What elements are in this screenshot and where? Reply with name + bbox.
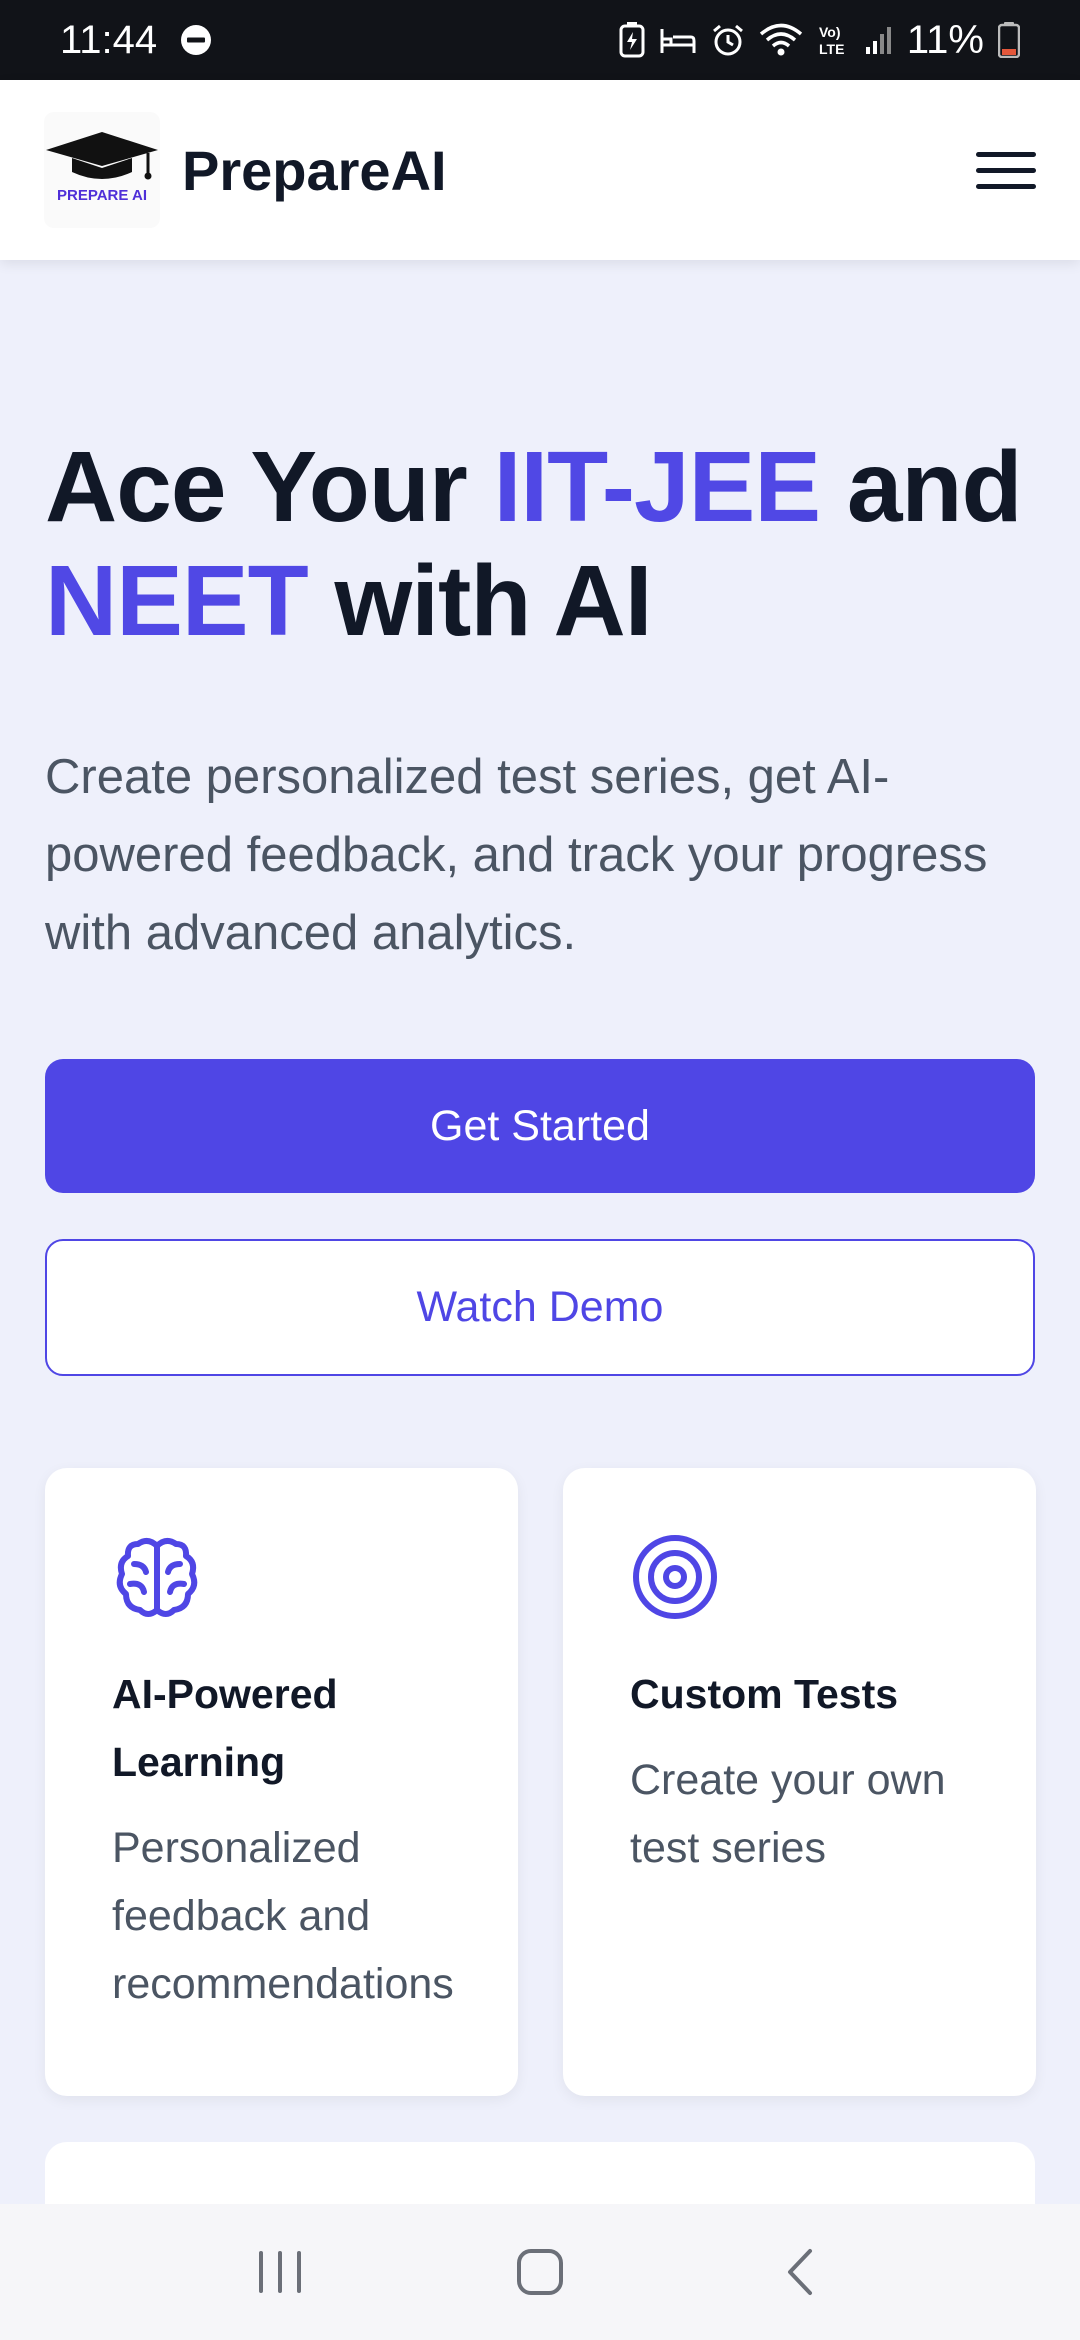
sleep-mode-icon xyxy=(659,25,697,55)
get-started-button[interactable]: Get Started xyxy=(45,1059,1035,1193)
recent-apps-icon[interactable] xyxy=(240,2232,320,2312)
battery-percentage: 11% xyxy=(906,17,984,62)
back-icon[interactable] xyxy=(760,2232,840,2312)
system-navigation-bar xyxy=(0,2204,1080,2340)
hero-title-part: with AI xyxy=(307,545,652,657)
status-time: 11:44 xyxy=(60,17,158,62)
brand-logo[interactable]: PREPARE AI xyxy=(44,112,160,228)
graduation-cap-icon xyxy=(46,132,158,180)
battery-saver-icon xyxy=(619,22,645,58)
brain-icon xyxy=(116,1538,198,1617)
feature-description: Create your own test series xyxy=(630,1756,946,1872)
do-not-disturb-icon xyxy=(179,23,213,57)
hamburger-menu-icon[interactable] xyxy=(976,140,1036,200)
battery-icon xyxy=(998,22,1020,58)
feature-card-custom-tests: Custom Tests Create your own test series xyxy=(563,1468,1036,2096)
home-icon[interactable] xyxy=(500,2232,580,2312)
hero-title-exam-iit-jee: IIT-JEE xyxy=(493,431,821,543)
feature-card-ai-powered-learning: AI-Powered Learning Personalized feedbac… xyxy=(45,1468,518,2096)
wifi-icon xyxy=(759,23,803,57)
brand-name[interactable]: PrepareAI xyxy=(182,138,447,203)
volte-icon: Vo) LTE xyxy=(817,22,851,58)
status-bar: 11:44 Vo) LTE 11% xyxy=(0,0,1080,80)
app-header: PREPARE AI PrepareAI xyxy=(0,80,1080,260)
hero-title: Ace Your IIT-JEE and NEET with AI xyxy=(45,430,1045,658)
alarm-icon xyxy=(711,23,745,57)
hero-title-part: and xyxy=(820,431,1023,543)
logo-caption: PREPARE AI xyxy=(56,187,147,204)
hero-title-part: Ace Your xyxy=(45,431,494,543)
feature-title: AI-Powered Learning xyxy=(112,1671,338,1785)
watch-demo-button[interactable]: Watch Demo xyxy=(45,1239,1035,1376)
hero-description: Create personalized test series, get AI-… xyxy=(45,750,988,960)
hero-section: Ace Your IIT-JEE and NEET with AI Create… xyxy=(45,430,1045,972)
hero-title-exam-neet: NEET xyxy=(45,545,309,657)
svg-text:Vo): Vo) xyxy=(819,24,841,40)
target-icon xyxy=(633,1535,717,1619)
feature-description: Personalized feedback and recommendation… xyxy=(112,1824,454,2008)
svg-text:LTE: LTE xyxy=(819,41,844,57)
feature-title: Custom Tests xyxy=(630,1671,899,1717)
signal-icon xyxy=(865,25,893,55)
